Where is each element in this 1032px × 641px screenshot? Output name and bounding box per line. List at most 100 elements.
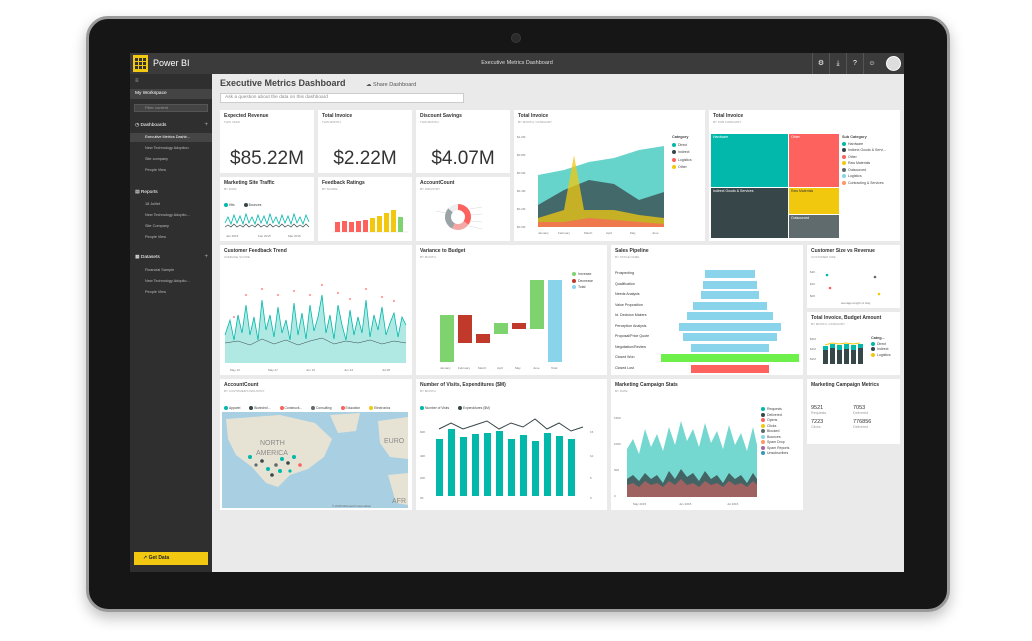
avatar[interactable] — [886, 56, 901, 71]
hamburger-icon[interactable]: ≡ — [135, 78, 139, 84]
add-dataset-icon[interactable]: + — [204, 254, 208, 260]
download-icon[interactable]: ⤓ — [829, 53, 846, 74]
y-tick-label: $0.0M — [517, 225, 526, 229]
donut-chart — [435, 204, 483, 230]
tile-total-invoice-treemap[interactable]: Total Invoice By sub category Hardware O… — [709, 110, 900, 241]
tile-variance-to-budget[interactable]: Variance to Budget By month January Febr… — [416, 245, 607, 375]
map-marker — [254, 463, 258, 467]
tile-total-invoice-budget[interactable]: Total Invoice, Budget Amount By month, c… — [807, 312, 900, 375]
tile-sales-pipeline[interactable]: Sales Pipeline By stage name Prospecting… — [611, 245, 803, 375]
bar — [851, 345, 856, 350]
sidebar-workspace[interactable]: My Workspace — [130, 89, 212, 99]
treemap-cell-indirect-goods[interactable]: Indirect Goods & Services — [711, 188, 788, 238]
y-tick-label: $1K — [810, 282, 815, 286]
add-dashboard-icon[interactable]: + — [204, 122, 208, 128]
sidebar-item-site-company-report[interactable]: Site Company — [130, 222, 212, 231]
y-tick-label: $2M — [810, 357, 816, 361]
bar — [520, 435, 527, 496]
sidebar-item-new-technology-report[interactable]: New Technology Adoptio... — [130, 211, 212, 220]
tile-marketing-campaign-stats[interactable]: Marketing Campaign Stats By date 1500 10… — [611, 379, 803, 510]
y-tick-label: $0.4M — [517, 189, 526, 193]
smiley-icon[interactable]: ☺ — [863, 53, 880, 74]
x-tick-label: February — [558, 231, 571, 235]
waterfall-bar — [494, 323, 508, 334]
help-icon[interactable]: ? — [846, 53, 863, 74]
funnel-row: Needs Analysis — [613, 290, 799, 300]
tile-total-invoice-kpi[interactable]: Total Invoice This month $2.22M — [318, 110, 412, 173]
funnel-bar — [691, 343, 769, 352]
tile-marketing-site-traffic[interactable]: Marketing Site Traffic By date Hits Boun… — [220, 177, 314, 241]
tile-visits-expenditures[interactable]: Number of Visits, Expenditures ($M) By m… — [416, 379, 607, 510]
legend-label: Contracting & Services — [848, 180, 884, 185]
sidebar-item-people-view-dataset[interactable]: People View — [130, 288, 212, 297]
waterfall-bar — [440, 315, 454, 362]
sidebar-item-executive-metrics[interactable]: Executive Metrics Dashb... — [130, 133, 212, 142]
qa-input[interactable]: Ask a question about the data on this da… — [220, 93, 464, 103]
bar — [342, 221, 347, 232]
tile-account-count-map[interactable]: AccountCount By customer's industry Appa… — [220, 379, 412, 510]
metric-label: Delivered — [853, 411, 869, 415]
sidebar-item-people-view-report[interactable]: People View — [130, 233, 212, 242]
tile-total-invoice-area[interactable]: Total Invoice By month, category $1.0M $… — [514, 110, 705, 241]
tile-title: Marketing Campaign Metrics — [811, 382, 880, 388]
treemap-cell-raw-materials[interactable]: Raw Materials — [789, 188, 839, 214]
y2-tick-label: 10 — [590, 454, 594, 458]
y-tick-label: $0.8M — [517, 153, 526, 157]
bar — [436, 439, 443, 496]
funnel-label: Value Proposition — [615, 302, 643, 307]
data-point — [393, 300, 395, 302]
y-tick-label: $4M — [810, 347, 816, 351]
sidebar-item-new-technology[interactable]: New Technology Adoption — [130, 144, 212, 153]
get-data-button[interactable]: ↗ Get Data — [134, 552, 208, 565]
metric-label: Requests — [811, 411, 827, 415]
tile-subtitle: By stage name — [615, 255, 640, 259]
funnel-row: Perception Analysis — [613, 322, 799, 332]
sidebar-section-reports[interactable]: ▤ Reports — [135, 190, 158, 195]
map-chart[interactable]: NORTH AMERICA EURO AFR © 2015 Microsoft … — [220, 379, 412, 510]
treemap-cell-hardware[interactable]: Hardware — [711, 134, 788, 187]
metric-cell: 7223 Clicks — [811, 419, 853, 429]
scatter-point — [877, 292, 881, 296]
sidebar-item-18-juillet[interactable]: 18 Juillet — [130, 200, 212, 209]
sidebar-item-financial-sample[interactable]: Financial Sample — [130, 266, 212, 275]
expenditures-line — [438, 418, 584, 432]
funnel-row: Prospecting — [613, 269, 799, 279]
treemap-cell-outsourced[interactable]: Outsourced — [789, 215, 839, 238]
tile-customer-size-vs-revenue[interactable]: Customer Size vs Revenue Customer Size $… — [807, 245, 900, 308]
map-marker — [298, 463, 302, 467]
waterfall-bar — [458, 315, 472, 343]
screen: Power BI Executive Metrics Dashboard ⚙ ⤓… — [130, 53, 904, 572]
bar — [484, 433, 491, 496]
tile-expected-revenue[interactable]: Expected Revenue This year $85.22M — [220, 110, 314, 173]
funnel-row: Closed Won — [613, 353, 799, 363]
tile-account-count-donut[interactable]: AccountCount By industry — [416, 177, 510, 241]
bar — [830, 344, 835, 348]
bar — [858, 344, 863, 348]
legend-item: Other — [672, 164, 692, 172]
y-tick-label: $2K — [810, 270, 815, 274]
sidebar-section-dashboards[interactable]: ◷ Dashboards — [135, 123, 166, 128]
tile-marketing-campaign-metrics[interactable]: Marketing Campaign Metrics 9521 Requests … — [807, 379, 900, 444]
legend-label: Hardware — [848, 141, 864, 146]
sidebar-filter-input[interactable]: Filter content — [134, 104, 208, 112]
bar — [391, 210, 396, 232]
bar — [356, 221, 361, 232]
tile-customer-feedback-trend[interactable]: Customer Feedback Trend Average score Ma… — [220, 245, 412, 375]
tile-discount-savings[interactable]: Discount Savings This month $4.07M — [416, 110, 510, 173]
sidebar-item-people-view[interactable]: People View — [130, 166, 212, 175]
sidebar-item-new-technology-dataset[interactable]: New Technology Adoptio... — [130, 277, 212, 286]
x-tick-label: April — [606, 231, 612, 235]
bar — [851, 350, 856, 364]
gear-icon[interactable]: ⚙ — [812, 53, 829, 74]
treemap-cell-other[interactable]: Other — [789, 134, 839, 187]
sidebar-section-datasets[interactable]: ▦ Datasets — [135, 255, 160, 260]
app-launcher-icon[interactable] — [133, 55, 148, 72]
x-tick-label: May 27 — [268, 368, 278, 372]
trend-area — [225, 295, 406, 363]
share-dashboard-button[interactable]: ☁ Share Dashboard — [366, 82, 416, 88]
x-tick-label: March — [584, 231, 593, 235]
sidebar-item-site-company[interactable]: Site company — [130, 155, 212, 164]
tile-feedback-ratings[interactable]: Feedback Ratings By score — [318, 177, 412, 241]
y-tick-label: 40K — [420, 454, 425, 458]
map-label: EURO — [384, 438, 405, 445]
